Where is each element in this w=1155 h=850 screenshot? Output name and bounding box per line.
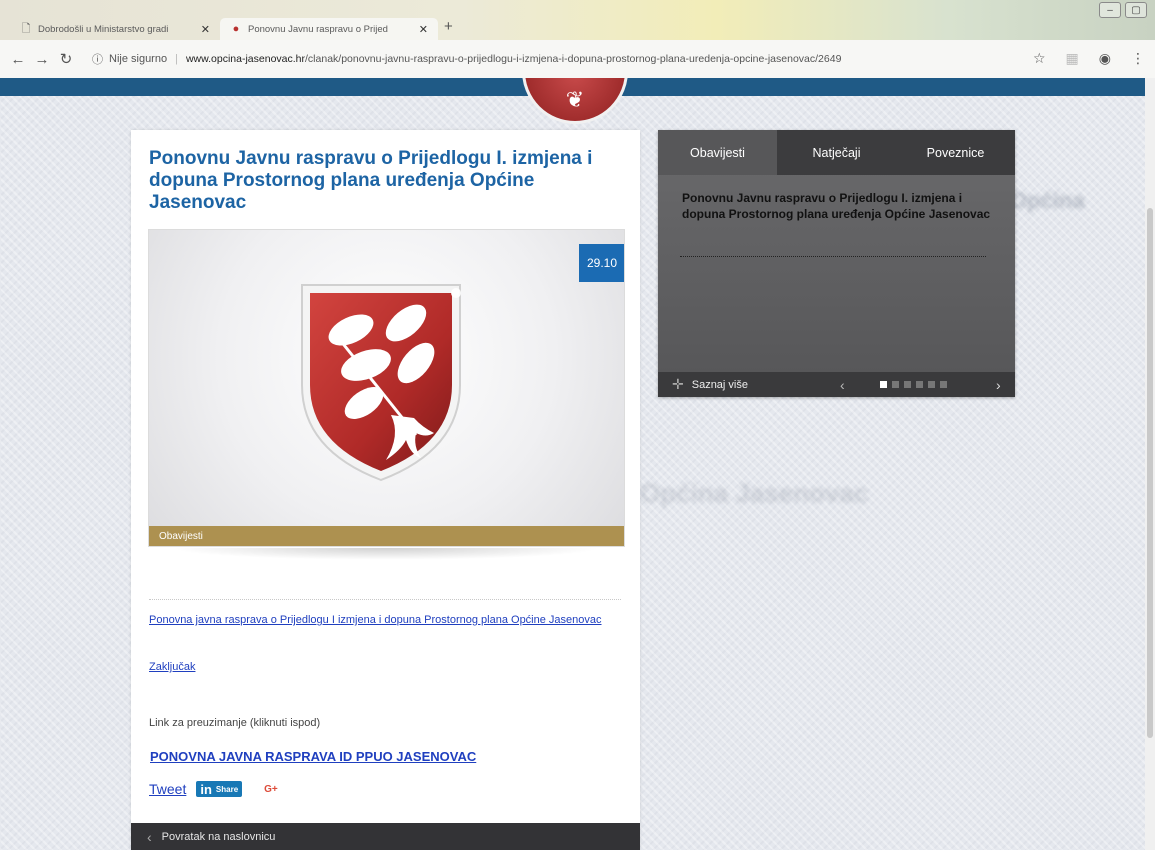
download-label: Link za preuzimanje (kliknuti ispod) bbox=[149, 717, 321, 729]
google-plus-button[interactable]: G+ bbox=[264, 784, 278, 795]
tab-natjecaji[interactable]: Natječaji bbox=[777, 130, 896, 175]
back-label: Povratak na naslovnicu bbox=[161, 830, 276, 843]
slide-dot[interactable] bbox=[940, 381, 947, 388]
minimize-icon[interactable]: – bbox=[1099, 2, 1121, 18]
site-logo-crest[interactable]: ❦ bbox=[522, 78, 628, 124]
security-status: Nije sigurno bbox=[109, 53, 168, 65]
slide-dot[interactable] bbox=[880, 381, 887, 388]
read-more-link[interactable]: Saznaj više bbox=[692, 379, 748, 391]
tab-title: Ponovnu Javnu raspravu o Prijed bbox=[248, 23, 388, 35]
article-title: Ponovnu Javnu raspravu o Prijedlogu I. i… bbox=[149, 148, 593, 213]
widget-news-link[interactable]: Ponovnu Javnu raspravu o Prijedlogu I. i… bbox=[682, 190, 992, 222]
coat-of-arms bbox=[296, 275, 466, 485]
divider bbox=[149, 599, 621, 600]
share-row: Tweet in Share G+ bbox=[149, 781, 278, 797]
page-content: ❦ Općina Općina Jasenovac Ponovnu Javnu … bbox=[0, 78, 1155, 850]
divider bbox=[680, 256, 986, 257]
maximize-icon[interactable]: ▢ bbox=[1125, 2, 1147, 18]
slide-dot[interactable] bbox=[928, 381, 935, 388]
download-link[interactable]: PONOVNA JAVNA RASPRAVA ID PPUO JASENOVAC bbox=[150, 749, 476, 764]
date-badge: 29.10 bbox=[579, 244, 624, 282]
url-field[interactable]: ⓘ Nije sigurno | www.opcina-jasenovac.hr… bbox=[92, 51, 841, 67]
article-image[interactable]: 29.10 Obavijesti bbox=[148, 229, 625, 547]
linkedin-share-button[interactable]: in Share bbox=[196, 781, 243, 797]
browser-tab-2[interactable]: ● Ponovnu Javnu raspravu o Prijed ✕ bbox=[220, 18, 438, 40]
share-label: Share bbox=[215, 784, 239, 794]
browser-tab-1[interactable]: 🗋 Dobrodošli u Ministarstvo gradi ✕ bbox=[10, 18, 220, 40]
background-decoration: Općina bbox=[1010, 188, 1085, 213]
close-icon[interactable]: ✕ bbox=[419, 23, 428, 36]
back-arrow-icon[interactable]: ← bbox=[6, 51, 30, 68]
star-icon[interactable]: ☆ bbox=[1033, 50, 1046, 67]
chevron-left-icon[interactable]: ‹ bbox=[840, 377, 845, 393]
slide-pagination bbox=[880, 381, 947, 388]
window-controls: – ▢ bbox=[1099, 2, 1147, 18]
chevron-left-icon: ‹ bbox=[147, 828, 152, 845]
info-icon[interactable]: ⓘ bbox=[92, 51, 103, 67]
widget-tabs: Obavijesti Natječaji Poveznice bbox=[658, 130, 1015, 175]
new-tab-button[interactable]: + bbox=[444, 18, 453, 35]
tab-poveznice[interactable]: Poveznice bbox=[896, 130, 1015, 175]
forward-arrow-icon[interactable]: → bbox=[30, 51, 54, 68]
chevron-right-icon[interactable]: › bbox=[996, 377, 1001, 393]
extension-icon[interactable]: ▦ bbox=[1066, 50, 1079, 67]
background-decoration: Općina Jasenovac bbox=[640, 478, 869, 508]
url-text: www.opcina-jasenovac.hr/clanak/ponovnu-j… bbox=[186, 53, 841, 65]
slide-dot[interactable] bbox=[916, 381, 923, 388]
article-card: Ponovnu Javnu raspravu o Prijedlogu I. i… bbox=[131, 130, 640, 850]
scrollbar-thumb[interactable] bbox=[1147, 208, 1153, 738]
url-path: /clanak/ponovnu-javnu-raspravu-o-prijedl… bbox=[305, 53, 842, 65]
widget-footer: ✛ Saznaj više ‹ › bbox=[658, 372, 1015, 397]
url-separator: | bbox=[175, 53, 178, 65]
address-bar: ← → ↻ ⓘ Nije sigurno | www.opcina-jaseno… bbox=[0, 40, 1155, 78]
category-label[interactable]: Obavijesti bbox=[149, 526, 624, 546]
plus-icon: ✛ bbox=[672, 376, 684, 392]
scrollbar[interactable] bbox=[1145, 78, 1155, 850]
tab-obavijesti[interactable]: Obavijesti bbox=[658, 130, 777, 175]
page-icon: 🗋 bbox=[21, 22, 31, 35]
tab-title: Dobrodošli u Ministarstvo gradi bbox=[38, 23, 169, 35]
account-icon[interactable]: ◉ bbox=[1099, 50, 1111, 67]
browser-tab-bar: 🗋 Dobrodošli u Ministarstvo gradi ✕ ● Po… bbox=[0, 0, 1155, 40]
crest-favicon-icon: ● bbox=[232, 23, 240, 35]
news-widget: Obavijesti Natječaji Poveznice Ponovnu J… bbox=[658, 130, 1015, 397]
linkedin-icon: in bbox=[200, 781, 212, 797]
conclusion-link[interactable]: Zaključak bbox=[149, 660, 195, 674]
slide-dot[interactable] bbox=[892, 381, 899, 388]
image-shadow bbox=[171, 548, 601, 560]
url-host: www.opcina-jasenovac.hr bbox=[185, 53, 306, 65]
menu-icon[interactable]: ⋮ bbox=[1131, 50, 1145, 67]
document-link[interactable]: Ponovna javna rasprava o Prijedlogu I iz… bbox=[149, 613, 619, 627]
toolbar-right: ☆ ▦ ◉ ⋮ bbox=[1033, 50, 1145, 67]
close-icon[interactable]: ✕ bbox=[201, 23, 210, 36]
back-to-home-bar[interactable]: ‹ Povratak na naslovnicu bbox=[131, 823, 640, 850]
tweet-link[interactable]: Tweet bbox=[149, 781, 186, 797]
slide-dot[interactable] bbox=[904, 381, 911, 388]
reload-icon[interactable]: ↻ bbox=[54, 50, 78, 68]
